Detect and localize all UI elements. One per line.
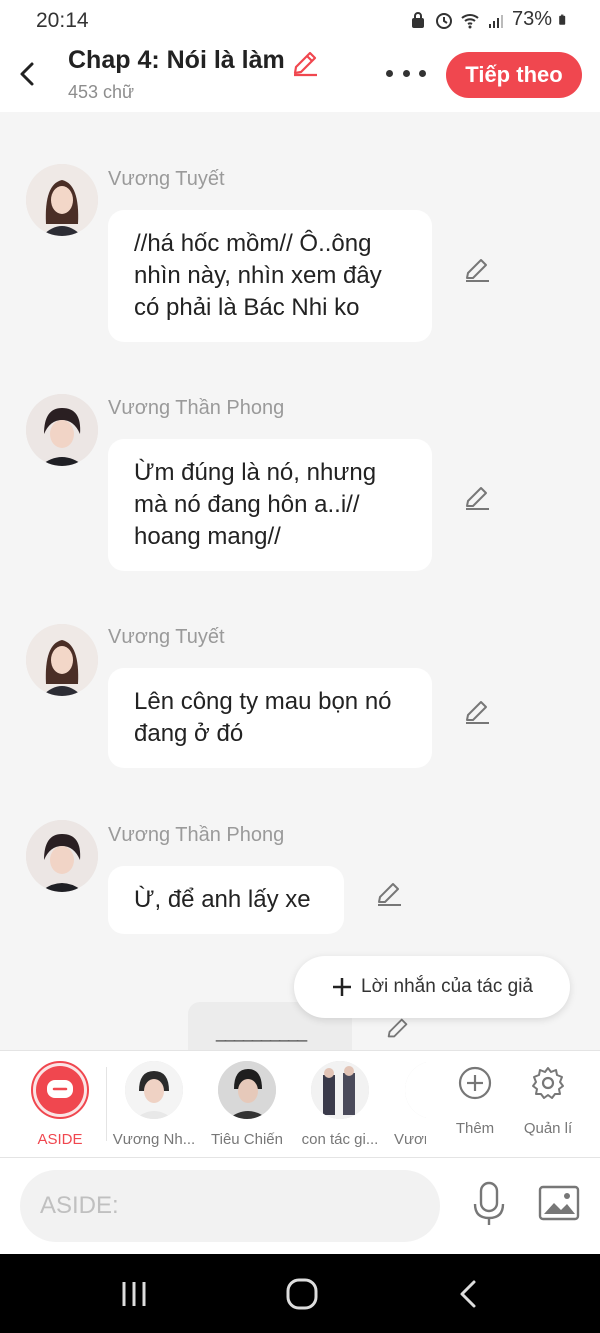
edit-message-icon[interactable] (384, 1014, 412, 1042)
sender-name: Vương Tuyết (108, 626, 225, 648)
back-arrow-icon[interactable] (14, 56, 42, 92)
battery-percent: 73% (511, 8, 552, 30)
character-avatar (311, 1061, 369, 1119)
divider (106, 1067, 107, 1141)
sender-name: Vương Tuyết (108, 168, 225, 190)
message-bubble[interactable]: //há hốc mồm// Ô..ông nhìn này, nhìn xem… (108, 210, 432, 342)
gear-icon (532, 1067, 564, 1099)
avatar-vuong-tuyet[interactable] (26, 164, 98, 236)
character-avatar (218, 1061, 276, 1119)
input-bar (0, 1158, 600, 1254)
avatar-vuong-tuyet[interactable] (26, 624, 98, 696)
character-name: Tiêu Chiến (211, 1131, 283, 1148)
recent-apps-icon[interactable] (116, 1276, 152, 1312)
character-vuon[interactable]: Vươn (388, 1061, 426, 1148)
more-options-button[interactable] (386, 58, 426, 88)
edit-message-icon[interactable] (462, 254, 492, 284)
next-button[interactable]: Tiếp theo (446, 52, 582, 98)
header: Chap 4: Nói là làm 453 chữ Tiếp theo (0, 42, 600, 112)
more-dot-icon (386, 69, 393, 77)
character-vuong-nh[interactable]: Vương Nh... (108, 1061, 200, 1148)
add-label: Thêm (455, 1120, 495, 1137)
author-note-button[interactable]: Lời nhắn của tác giả (294, 956, 570, 1018)
character-avatar (125, 1061, 183, 1119)
manage-label: Quản lí (523, 1120, 573, 1137)
message-input[interactable] (20, 1170, 440, 1242)
character-name: ASIDE (37, 1131, 83, 1148)
chat-bubble-icon (47, 1080, 73, 1098)
lock-icon (411, 11, 424, 28)
edit-message-icon[interactable] (374, 878, 404, 908)
plus-icon (333, 978, 352, 996)
character-name: con tác gi... (301, 1131, 379, 1148)
character-avatar (405, 1061, 426, 1119)
battery-icon (559, 14, 566, 25)
author-note-label: Lời nhắn của tác giả (361, 976, 533, 997)
home-icon[interactable] (284, 1276, 320, 1312)
draft-text: __________ (216, 1022, 307, 1042)
character-bar: ASIDE Vương Nh... Tiêu Chiến con tác gi.… (0, 1050, 600, 1158)
system-nav-bar (0, 1254, 600, 1333)
plus-circle-icon (458, 1066, 492, 1100)
more-dot-icon (419, 69, 426, 77)
back-icon[interactable] (452, 1276, 488, 1312)
message-bubble[interactable]: Ừm đúng là nó, nhưng mà nó đang hôn a..i… (108, 439, 432, 571)
status-icons: 73% (408, 8, 570, 31)
microphone-icon[interactable] (470, 1180, 508, 1228)
status-bar: 20:14 73% (0, 0, 600, 42)
character-name: Vươn (394, 1131, 426, 1148)
edit-message-icon[interactable] (462, 696, 492, 726)
more-dot-icon (402, 69, 410, 77)
message-bubble[interactable]: Lên công ty mau bọn nó đang ở đó (108, 668, 432, 768)
avatar-vuong-than-phong[interactable] (26, 394, 98, 466)
image-icon[interactable] (538, 1184, 580, 1222)
alarm-icon (435, 12, 452, 29)
signal-icon (488, 14, 503, 28)
manage-characters-button[interactable]: Quản lí (513, 1065, 583, 1137)
character-tieu-chien[interactable]: Tiêu Chiến (201, 1061, 293, 1148)
wifi-icon (461, 13, 479, 28)
message-bubble[interactable]: Ừ, để anh lấy xe (108, 866, 344, 934)
word-count: 453 chữ (68, 82, 135, 102)
chapter-title: Chap 4: Nói là làm (68, 46, 285, 74)
status-time: 20:14 (36, 9, 89, 32)
character-aside[interactable]: ASIDE (14, 1061, 106, 1148)
female-avatar-icon (26, 624, 98, 696)
male-avatar-icon (26, 820, 98, 892)
sender-name: Vương Thần Phong (108, 397, 285, 419)
avatar-vuong-than-phong[interactable] (26, 820, 98, 892)
character-con-tac-gia[interactable]: con tác gi... (294, 1061, 386, 1148)
male-avatar-icon (26, 394, 98, 466)
female-avatar-icon (26, 164, 98, 236)
character-name: Vương Nh... (112, 1131, 196, 1148)
aside-avatar (31, 1061, 89, 1119)
edit-title-icon[interactable] (290, 48, 320, 78)
add-character-button[interactable]: Thêm (440, 1065, 510, 1137)
sender-name: Vương Thần Phong (108, 824, 285, 846)
edit-message-icon[interactable] (462, 482, 492, 512)
